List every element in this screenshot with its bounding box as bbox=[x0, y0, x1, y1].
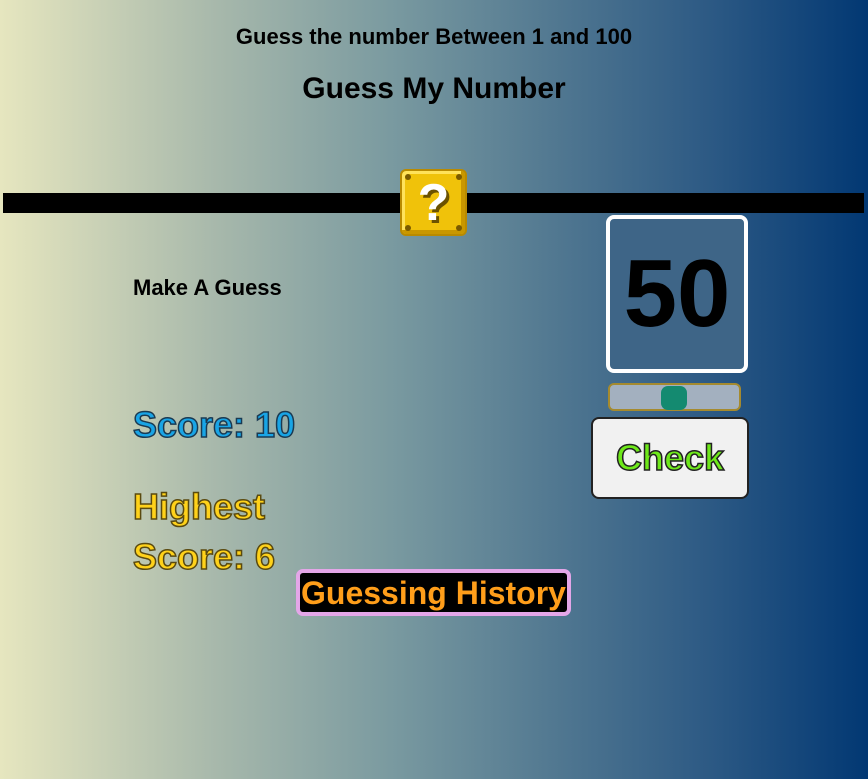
guess-slider[interactable] bbox=[608, 383, 741, 411]
guessing-history-button[interactable]: Guessing History bbox=[296, 569, 571, 616]
check-button[interactable]: Check bbox=[591, 417, 749, 499]
guess-value: 50 bbox=[623, 240, 731, 347]
guess-prompt: Make A Guess bbox=[133, 275, 282, 300]
score-label: Score: 10 bbox=[132, 403, 296, 446]
page-title: Guess My Number bbox=[302, 72, 566, 105]
slider-thumb[interactable] bbox=[660, 386, 687, 410]
highest-score-line1: Highest bbox=[132, 485, 266, 528]
question-block-icon: ? bbox=[400, 169, 467, 236]
question-mark-symbol: ? bbox=[417, 174, 450, 232]
guess-display: 50 bbox=[606, 215, 748, 373]
instruction-subtitle: Guess the number Between 1 and 100 bbox=[235, 24, 633, 49]
highest-score-label: Highest Score: 6 bbox=[132, 482, 333, 582]
